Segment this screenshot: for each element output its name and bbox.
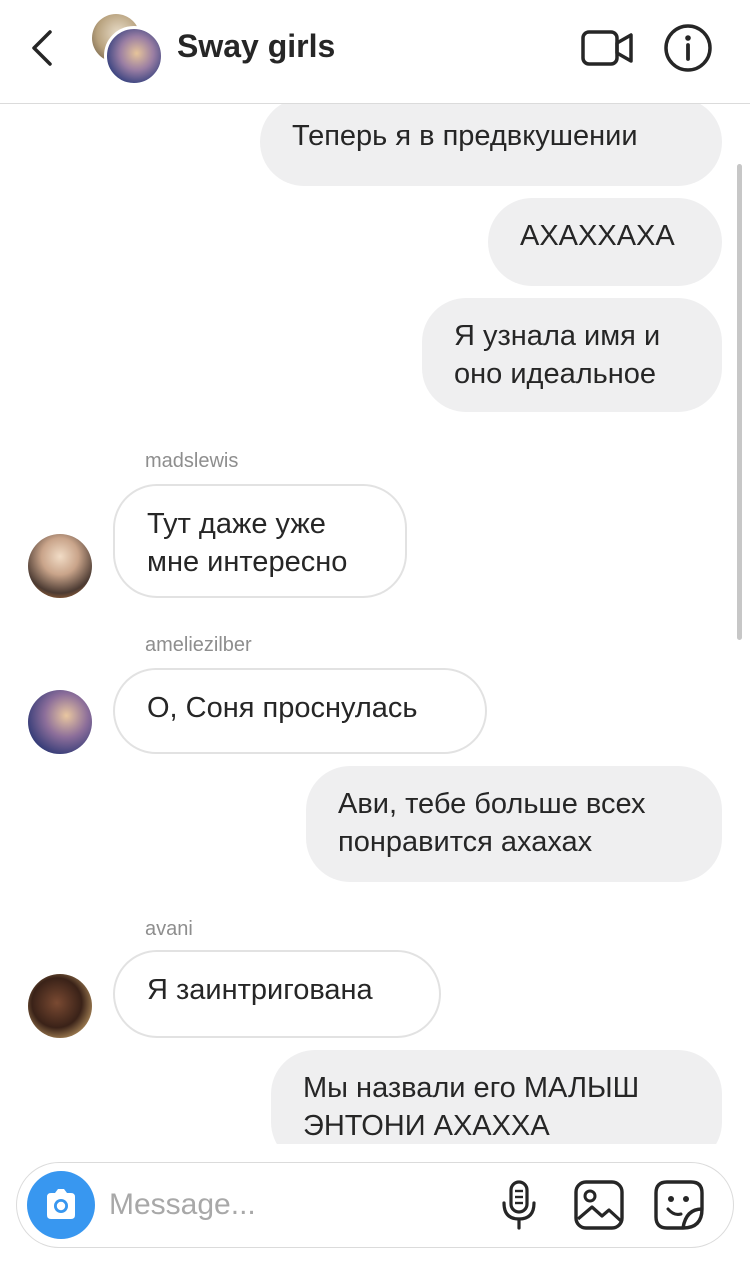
info-button[interactable] [662, 22, 714, 74]
message-thread[interactable]: Теперь я в предвкушении АХАХХАХА Я узнал… [0, 104, 750, 1144]
message-line: оно идеальное [454, 358, 657, 390]
chevron-left-icon [32, 30, 52, 66]
video-call-button[interactable] [580, 26, 636, 70]
message-line: Мы назвали его МАЛЫШ [303, 1072, 640, 1104]
avatar[interactable] [28, 690, 92, 754]
sticker-icon [654, 1180, 704, 1230]
outgoing-message[interactable]: Ави, тебе больше всех понравится ахахах [306, 766, 722, 882]
chat-title[interactable]: Sway girls [177, 28, 335, 65]
message-composer [16, 1162, 734, 1248]
camera-icon [47, 1189, 75, 1219]
message-text: АХАХХАХА [520, 220, 675, 252]
group-avatar[interactable] [92, 14, 164, 86]
incoming-message[interactable]: Тут даже уже мне интересно [113, 484, 407, 598]
sender-name: ameliezilber [145, 634, 252, 656]
message-line: Я узнала имя и [454, 320, 661, 352]
message-line: понравится ахахах [338, 826, 593, 858]
outgoing-message[interactable]: Я узнала имя и оно идеальное [422, 298, 722, 412]
sticker-button[interactable] [653, 1179, 705, 1231]
outgoing-message[interactable]: Мы назвали его МАЛЫШ ЭНТОНИ АХАХХА [271, 1050, 722, 1144]
message-line: Ави, тебе больше всех [338, 788, 646, 820]
message-line: Тут даже уже [147, 508, 326, 540]
gallery-icon [574, 1180, 624, 1230]
message-text: О, Соня проснулась [147, 692, 418, 724]
message-text: Теперь я в предвкушении [292, 120, 638, 152]
sender-name: avani [145, 918, 193, 940]
message-input[interactable] [109, 1183, 489, 1227]
avatar[interactable] [28, 974, 92, 1038]
message-line: мне интересно [147, 546, 348, 578]
chat-header: Sway girls [0, 0, 750, 104]
info-icon [664, 24, 712, 72]
avatar[interactable] [28, 534, 92, 598]
incoming-message[interactable]: О, Соня проснулась [113, 668, 487, 754]
microphone-button[interactable] [497, 1179, 541, 1231]
sender-name: madslewis [145, 450, 239, 472]
outgoing-message[interactable]: Теперь я в предвкушении [260, 104, 722, 186]
camera-button[interactable] [27, 1171, 95, 1239]
group-avatar-front [104, 26, 164, 86]
outgoing-message[interactable]: АХАХХАХА [488, 198, 722, 286]
gallery-button[interactable] [573, 1179, 625, 1231]
scrollbar[interactable] [737, 164, 742, 640]
incoming-message[interactable]: Я заинтригована [113, 950, 441, 1038]
message-text: Я заинтригована [147, 974, 373, 1006]
back-button[interactable] [22, 26, 66, 70]
video-camera-icon [581, 30, 633, 66]
microphone-icon [502, 1180, 536, 1230]
message-line: ЭНТОНИ АХАХХА [303, 1110, 550, 1142]
